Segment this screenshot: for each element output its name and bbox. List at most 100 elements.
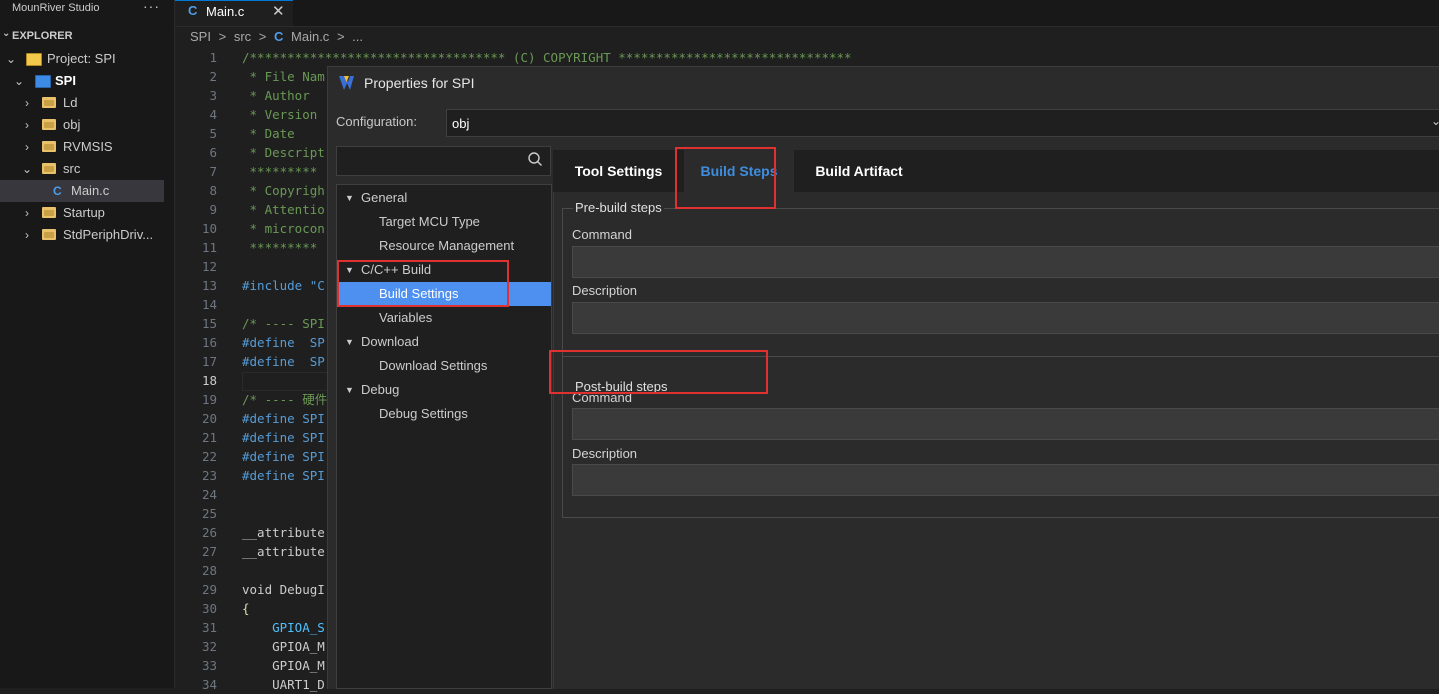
tab-tool-settings[interactable]: Tool Settings	[553, 150, 684, 192]
line-number: 19	[201, 392, 217, 407]
tree-item-rvmsis[interactable]: › RVMSIS	[0, 136, 164, 158]
code-line[interactable]: *********	[242, 162, 318, 181]
code-line[interactable]: #define SP	[242, 352, 325, 371]
line-number: 24	[201, 487, 217, 502]
tree-item-label: Variables	[379, 310, 433, 325]
triangle-down-icon: ▼	[345, 385, 354, 395]
code-line[interactable]: #define SPI	[242, 466, 325, 485]
filter-search-input[interactable]	[336, 146, 551, 176]
tree-item-project[interactable]: ⌄ Project: SPI	[0, 48, 164, 70]
code-line[interactable]: #define SPI	[242, 447, 325, 466]
mounriver-logo-icon	[339, 76, 354, 90]
chevron-right-icon: ›	[25, 118, 29, 132]
tree-item-label: Startup	[63, 205, 105, 220]
code-line[interactable]: __attribute	[242, 523, 325, 542]
code-line[interactable]: /* ---- SPI	[242, 314, 325, 333]
chevron-right-icon: ›	[25, 206, 29, 220]
post-description-input[interactable]	[572, 464, 1439, 496]
more-actions-icon[interactable]: ···	[143, 0, 160, 14]
line-number: 30	[201, 601, 217, 616]
pre-build-legend: Pre-build steps	[573, 200, 664, 215]
code-line[interactable]: #define SPI	[242, 409, 325, 428]
tree-item-label: Target MCU Type	[379, 214, 480, 229]
tree-item-target-mcu-type[interactable]: Target MCU Type	[337, 210, 551, 234]
code-line[interactable]: GPIOA_M	[242, 656, 325, 675]
tree-item-general[interactable]: ▼ General	[337, 186, 551, 210]
code-line[interactable]: * Descript	[242, 143, 325, 162]
code-line[interactable]: UART1_D	[242, 675, 325, 694]
code-line[interactable]: __attribute	[242, 542, 325, 561]
pre-description-input[interactable]	[572, 302, 1439, 334]
tree-item-main-c[interactable]: C Main.c	[0, 180, 164, 202]
line-number: 15	[201, 316, 217, 331]
code-line[interactable]: void DebugI	[242, 580, 325, 599]
tree-item-spi[interactable]: ⌄ SPI	[0, 70, 164, 92]
code-line[interactable]: * Version	[242, 105, 318, 124]
configuration-select[interactable]: obj ⌄	[446, 109, 1439, 137]
tree-item-variables[interactable]: Variables	[337, 306, 551, 330]
tree-item-stdperiph[interactable]: › StdPeriphDriv...	[0, 224, 164, 246]
code-line[interactable]: /* ---- 硬件	[242, 390, 327, 409]
breadcrumb-item[interactable]: SPI	[190, 29, 211, 44]
line-number: 6	[209, 145, 217, 160]
chevron-down-icon: ⌄	[22, 162, 33, 176]
chevron-down-icon: ⌄	[2, 28, 11, 39]
line-number: 25	[201, 506, 217, 521]
code-line[interactable]: * Author	[242, 86, 310, 105]
tree-item-label: Debug	[361, 382, 400, 397]
code-line[interactable]: #define SPI	[242, 428, 325, 447]
tab-label: Main.c	[206, 4, 245, 19]
tree-item-debug-settings[interactable]: Debug Settings	[337, 402, 551, 426]
code-line[interactable]: GPIOA_M	[242, 637, 325, 656]
chevron-right-icon: >	[258, 29, 267, 44]
code-line[interactable]: * Attentio	[242, 200, 325, 219]
tree-item-debug[interactable]: ▼ Debug	[337, 378, 551, 402]
tree-item-label: General	[361, 190, 408, 205]
pre-command-input[interactable]	[572, 246, 1439, 278]
code-line[interactable]: * Date	[242, 124, 295, 143]
tree-item-label: Resource Management	[379, 238, 515, 253]
tree-item-download[interactable]: ▼ Download	[337, 330, 551, 354]
line-number: 1	[209, 50, 217, 65]
code-line[interactable]: *********	[242, 238, 318, 257]
code-line[interactable]: * Copyrigh	[242, 181, 325, 200]
post-description-label: Description	[572, 446, 638, 461]
tree-item-label: RVMSIS	[63, 139, 113, 154]
tab-build-artifact[interactable]: Build Artifact	[794, 150, 924, 192]
tree-item-label: Debug Settings	[379, 406, 468, 421]
code-line[interactable]: /********************************** (C) …	[242, 48, 852, 67]
code-line[interactable]: GPIOA_S	[242, 618, 325, 637]
tree-item-label: src	[63, 161, 81, 176]
explorer-section-header[interactable]: ⌄ EXPLORER	[0, 28, 174, 46]
close-icon[interactable]: ✕	[272, 2, 285, 20]
chevron-right-icon: >	[336, 29, 345, 44]
explorer-label: EXPLORER	[12, 30, 73, 42]
line-number: 23	[201, 468, 217, 483]
project-folder-icon	[35, 75, 51, 88]
tree-item-startup[interactable]: › Startup	[0, 202, 164, 224]
line-number: 13	[201, 278, 217, 293]
tree-item-download-settings[interactable]: Download Settings	[337, 354, 551, 378]
code-line[interactable]: * File Nam	[242, 67, 325, 86]
folder-icon	[42, 229, 56, 240]
highlight-post-build-steps	[549, 350, 768, 394]
chevron-right-icon: ›	[25, 96, 29, 110]
breadcrumb-item[interactable]: Main.c	[291, 29, 329, 44]
tree-item-ld[interactable]: › Ld	[0, 92, 164, 114]
code-line[interactable]: #define SP	[242, 333, 325, 352]
tree-item-obj[interactable]: › obj	[0, 114, 164, 136]
line-number: 10	[201, 221, 217, 236]
line-number: 14	[201, 297, 217, 312]
post-command-input[interactable]	[572, 408, 1439, 440]
code-line[interactable]: {	[242, 599, 250, 618]
tree-item-src[interactable]: ⌄ src	[0, 158, 164, 180]
tree-item-resource-management[interactable]: Resource Management	[337, 234, 551, 258]
line-number: 9	[209, 202, 217, 217]
breadcrumb-item[interactable]: ...	[352, 29, 363, 44]
chevron-right-icon: ›	[25, 228, 29, 242]
code-line[interactable]: #include "C	[242, 276, 325, 295]
code-line[interactable]: * microcon	[242, 219, 325, 238]
tab-main-c[interactable]: C Main.c ✕	[175, 0, 293, 26]
tree-item-label: StdPeriphDriv...	[63, 227, 154, 242]
breadcrumb-item[interactable]: src	[234, 29, 251, 44]
